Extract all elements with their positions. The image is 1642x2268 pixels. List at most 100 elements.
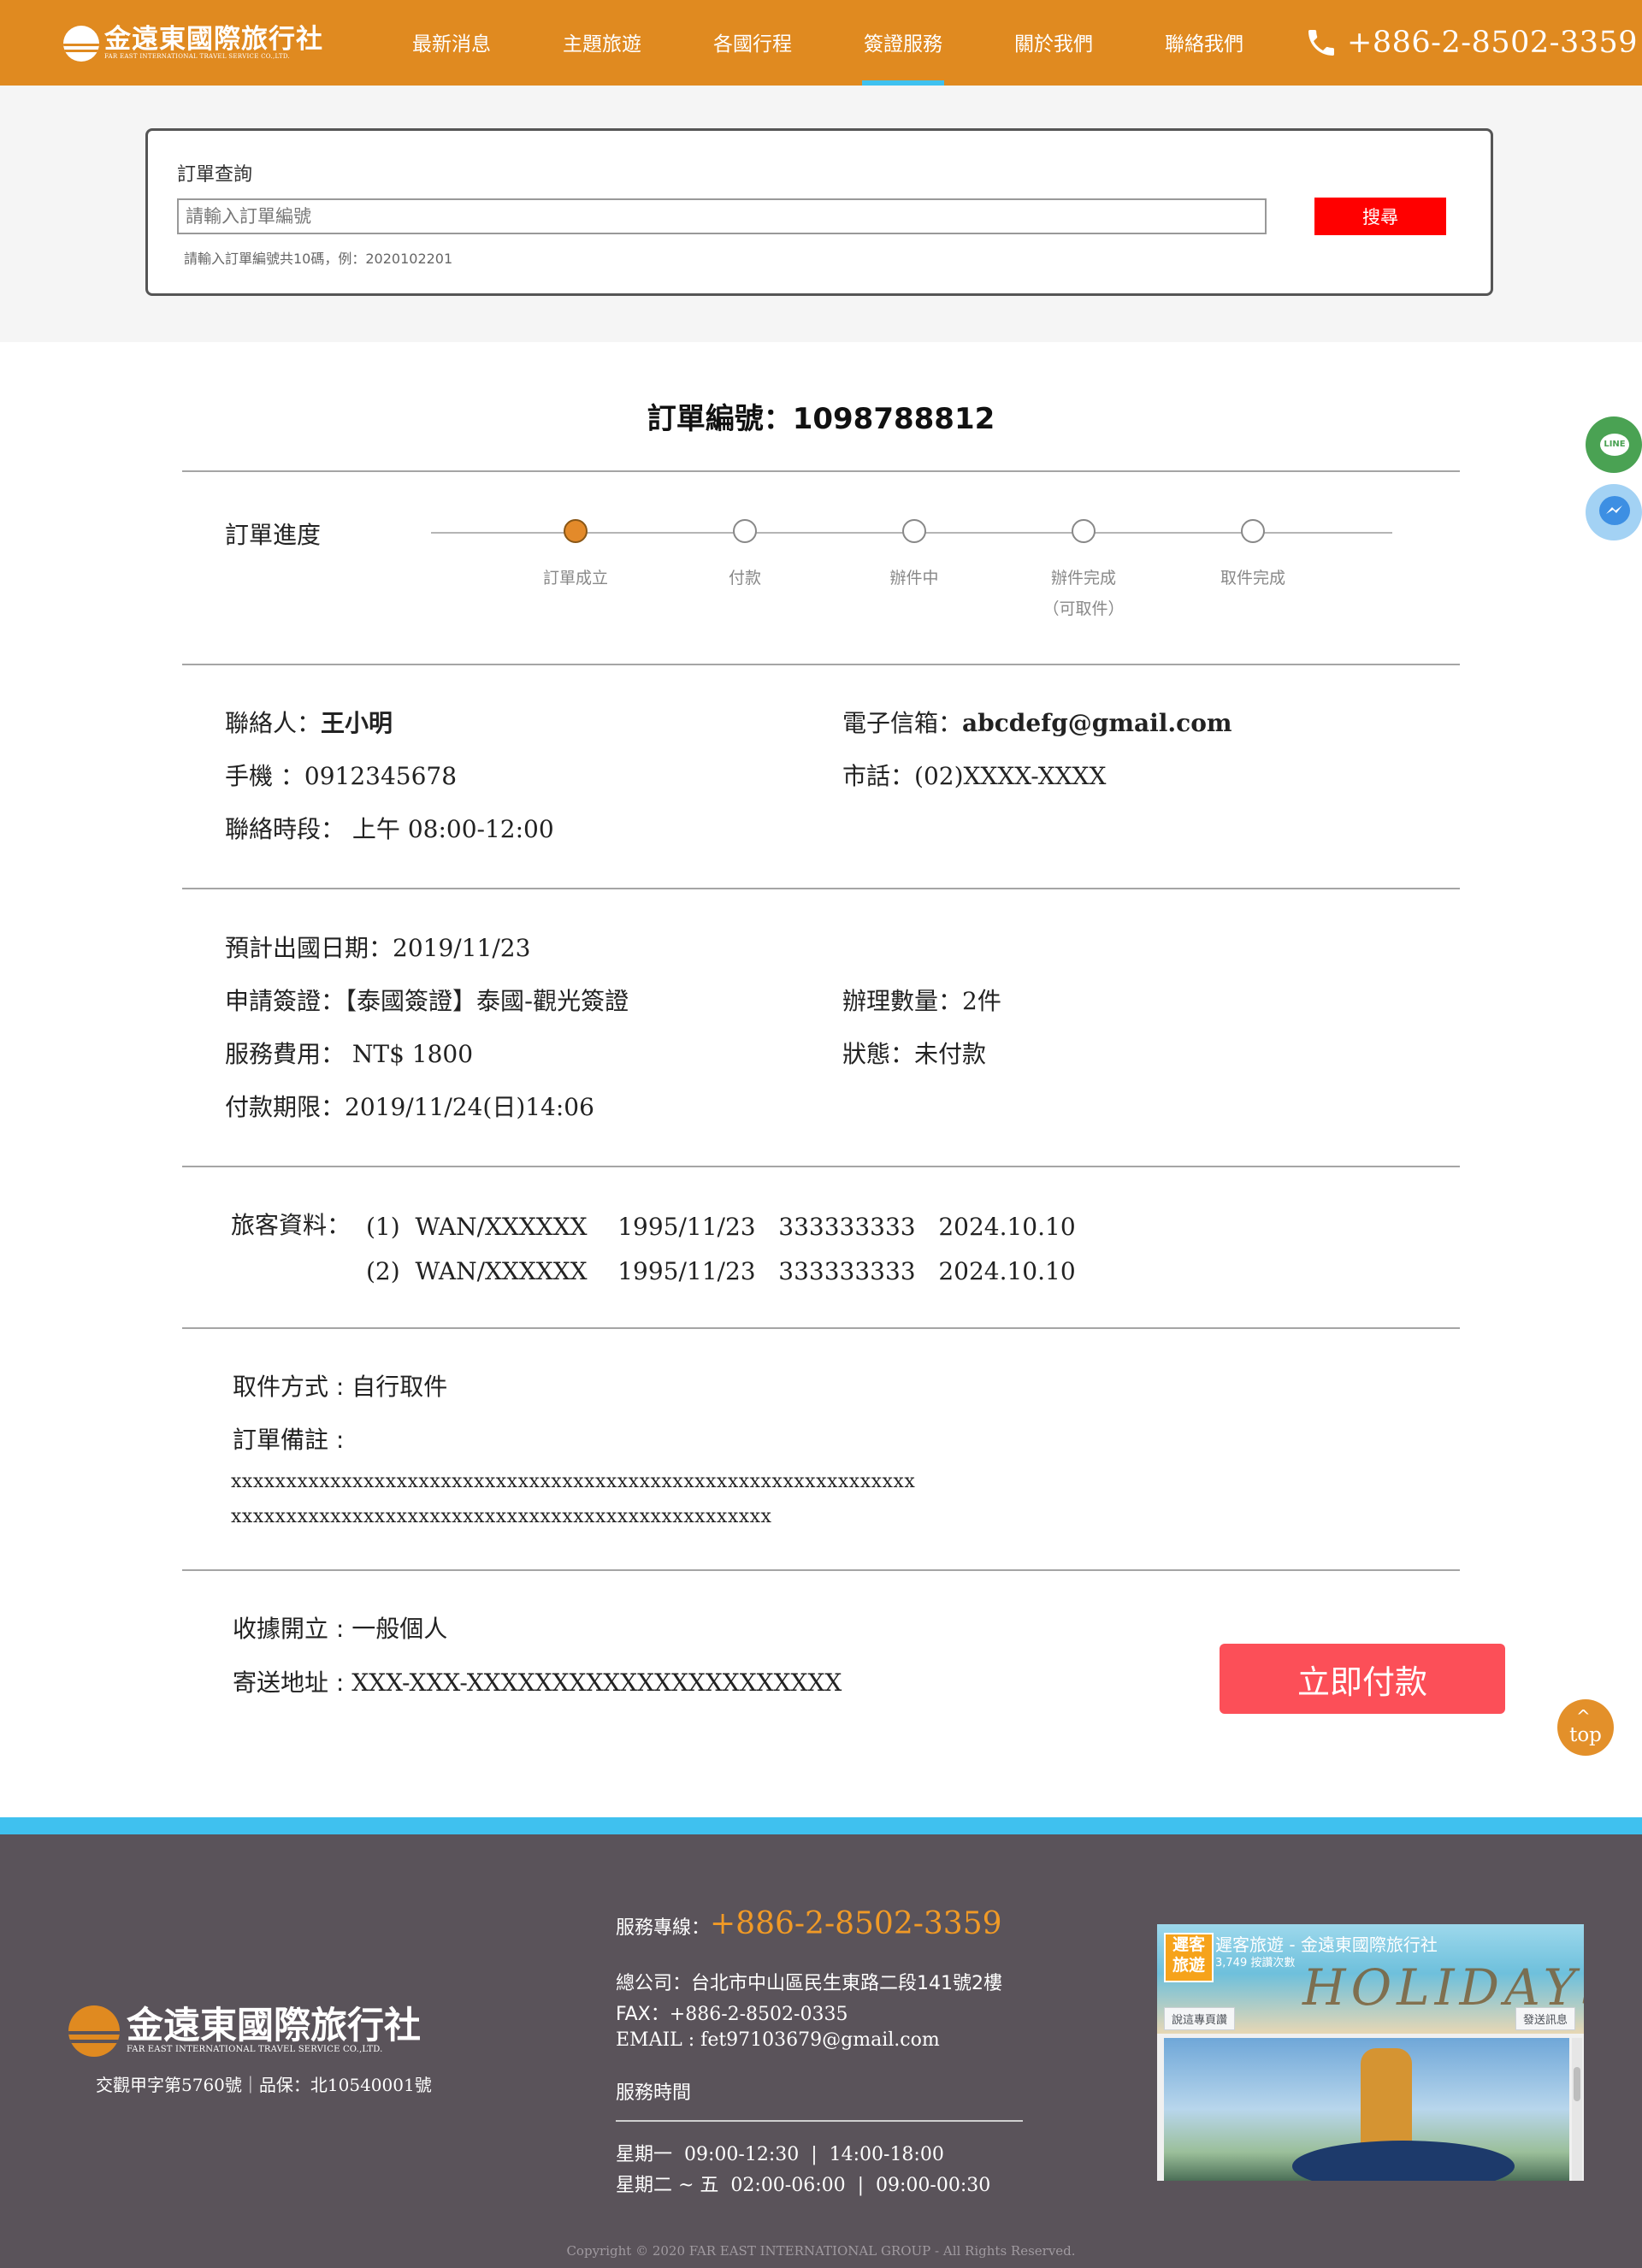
- visa-type: 申請簽證：【泰國簽證】泰國-觀光簽證: [225, 986, 629, 1017]
- travelers-label: 旅客資料：: [231, 1211, 351, 1239]
- footer-logo-sun-icon: [68, 2005, 120, 2057]
- fb-photo-boat: [1292, 2141, 1515, 2181]
- pickup-method-value: 自行取件: [351, 1373, 448, 1401]
- nav-item-about[interactable]: 關於我們: [978, 0, 1129, 86]
- order-status-value: 未付款: [914, 1040, 987, 1068]
- fb-like-button[interactable]: 說這專頁讚: [1164, 2007, 1236, 2030]
- contact-email-value: abcdefg@gmail.com: [962, 709, 1232, 737]
- site-logo[interactable]: 金遠東國際旅行社 FAR EAST INTERNATIONAL TRAVEL S…: [63, 26, 323, 62]
- contact-time-label: 聯絡時段：: [225, 815, 346, 843]
- progress-step-created: 訂單成立: [490, 519, 661, 594]
- contact-email-label: 電子信箱：: [842, 709, 963, 737]
- pickup-method: 取件方式 : 自行取件: [233, 1372, 447, 1403]
- visa-quantity-label: 辦理數量：: [842, 987, 963, 1015]
- visa-type-label: 申請簽證：: [225, 987, 346, 1015]
- progress-step-picked-up: 取件完成: [1167, 519, 1338, 594]
- footer-fax-label: FAX：: [616, 2004, 670, 2025]
- progress-step-processing: 辦件中: [829, 519, 1000, 594]
- footer-hotline-number[interactable]: +886-2-8502-3359: [710, 1906, 1002, 1941]
- order-number-title: 訂單編號：1098788812: [647, 402, 995, 436]
- fb-scrollbar[interactable]: [1572, 2038, 1582, 2181]
- order-note-label: 訂單備註 :: [233, 1426, 345, 1454]
- footer-logo-title: 金遠東國際旅行社: [127, 2005, 421, 2047]
- order-note-line: xxxxxxxxxxxxxxxxxxxxxxxxxxxxxxxxxxxxxxxx…: [231, 1471, 916, 1492]
- step-dot-active: [564, 519, 588, 543]
- messenger-icon: [1599, 496, 1630, 525]
- contact-name-value: 王小明: [321, 709, 393, 737]
- footer-logo-subtitle: FAR EAST INTERNATIONAL TRAVEL SERVICE CO…: [127, 2045, 383, 2054]
- divider: [182, 470, 1460, 472]
- phone-icon: [1308, 30, 1334, 56]
- footer-hotline-label: 服務專線：: [616, 1917, 711, 1939]
- receipt-type-value: 一般個人: [351, 1615, 448, 1643]
- footer-accent-bar: [0, 1817, 1642, 1834]
- footer-hotline: 服務專線：+886-2-8502-3359: [616, 1906, 1002, 1941]
- step-dot: [1072, 519, 1096, 543]
- order-search-box: 訂單查詢 請輸入訂單編號共10碼，例：2020102201 搜尋: [145, 128, 1493, 296]
- footer-email: EMAIL : fet97103679@gmail.com: [616, 2029, 940, 2051]
- traveler-row: (1) WAN/XXXXXX 1995/11/23 333333333 2024…: [366, 1213, 1076, 1241]
- service-fee-label: 服務費用：: [225, 1040, 346, 1068]
- footer-address: 總公司：台北市中山區民生東路二段141號2樓: [616, 1968, 1002, 1995]
- fb-post-photo[interactable]: [1164, 2038, 1569, 2181]
- progress-step-ready: 辦件完成 （可取件）: [998, 519, 1169, 624]
- footer-fax-value: +886-2-8502-0335: [669, 2004, 848, 2025]
- footer-divider: [616, 2120, 1023, 2122]
- payment-deadline-label: 付款期限：: [225, 1093, 346, 1121]
- order-status: 狀態：未付款: [842, 1039, 986, 1070]
- divider: [182, 888, 1460, 889]
- step-label-main: 辦件完成: [1050, 569, 1116, 588]
- footer-hours-line: 星期一 09:00-12:30 | 14:00-18:00: [616, 2144, 944, 2165]
- contact-mobile: 手機 ：0912345678: [225, 761, 457, 792]
- back-to-top-button[interactable]: ^ top: [1557, 1699, 1614, 1756]
- fb-page-name[interactable]: 遲客旅遊 - 金遠東國際旅行社: [1215, 1931, 1438, 1956]
- shipping-address-value: XXX-XXX-XXXXXXXXXXXXXXXXXXXXXX: [351, 1669, 842, 1697]
- fb-page-avatar[interactable]: 遲客旅遊: [1164, 1933, 1214, 1982]
- nav-item-theme-tours[interactable]: 主題旅遊: [527, 0, 677, 86]
- payment-deadline: 付款期限：2019/11/24(日)14:06: [225, 1092, 594, 1123]
- nav-item-news[interactable]: 最新消息: [376, 0, 527, 86]
- step-label: 辦件中: [889, 569, 939, 588]
- contact-mobile-label: 手機 ：: [225, 762, 304, 790]
- shipping-address: 寄送地址 : XXX-XXX-XXXXXXXXXXXXXXXXXXXXXX: [233, 1668, 842, 1698]
- facebook-page-widget[interactable]: HOLIDAYS 遲客旅遊 遲客旅遊 - 金遠東國際旅行社 3,749 按讚次數…: [1157, 1924, 1584, 2181]
- departure-date-value: 2019/11/23: [393, 934, 531, 962]
- divider: [182, 664, 1460, 665]
- nav-item-itineraries[interactable]: 各國行程: [677, 0, 828, 86]
- footer-logo[interactable]: 金遠東國際旅行社 FAR EAST INTERNATIONAL TRAVEL S…: [68, 2005, 421, 2057]
- fb-message-button[interactable]: 發送訊息: [1515, 2007, 1575, 2030]
- step-label: 取件完成: [1220, 569, 1285, 588]
- divider: [182, 1327, 1460, 1329]
- contact-time: 聯絡時段： 上午 08:00-12:00: [225, 814, 554, 845]
- nav-item-visa-service[interactable]: 簽證服務: [828, 0, 978, 86]
- visa-quantity-value: 2件: [962, 987, 1001, 1015]
- line-chat-button[interactable]: LINE: [1586, 416, 1642, 473]
- nav-item-contact[interactable]: 聯絡我們: [1129, 0, 1279, 86]
- site-header: 金遠東國際旅行社 FAR EAST INTERNATIONAL TRAVEL S…: [0, 0, 1642, 86]
- chevron-up-icon: ^: [1576, 1706, 1591, 1727]
- footer-email-value[interactable]: fet97103679@gmail.com: [700, 2029, 940, 2051]
- fb-like-count: 3,749 按讚次數: [1215, 1957, 1296, 1970]
- header-phone[interactable]: +886-2-8502-3359: [1304, 26, 1638, 60]
- search-hint: 請輸入訂單編號共10碼，例：2020102201: [184, 251, 453, 267]
- order-search-section: 訂單查詢 請輸入訂單編號共10碼，例：2020102201 搜尋: [0, 86, 1642, 342]
- service-fee: 服務費用： NT$ 1800: [225, 1039, 473, 1070]
- pay-now-button[interactable]: 立即付款: [1220, 1644, 1505, 1714]
- main-nav: 最新消息 主題旅遊 各國行程 簽證服務 關於我們 聯絡我們: [376, 0, 1279, 86]
- order-number-input[interactable]: [177, 198, 1267, 234]
- order-status-label: 狀態：: [842, 1040, 915, 1068]
- contact-mobile-value: 0912345678: [304, 762, 458, 790]
- logo-sun-icon: [63, 26, 99, 62]
- step-dot: [733, 519, 757, 543]
- contact-name-label: 聯絡人：: [225, 709, 322, 737]
- messenger-chat-button[interactable]: [1586, 484, 1642, 540]
- footer-hours-line: 星期二 ~ 五 02:00-06:00 | 09:00-00:30: [616, 2175, 991, 2196]
- contact-phone-value: (02)XXXX-XXXX: [914, 762, 1107, 790]
- fb-scrollbar-thumb[interactable]: [1574, 2067, 1580, 2101]
- visa-quantity: 辦理數量：2件: [842, 986, 1001, 1017]
- step-label: 辦件完成 （可取件）: [998, 563, 1169, 624]
- step-label: 付款: [728, 569, 761, 588]
- search-label: 訂單查詢: [177, 164, 253, 186]
- progress-step-payment: 付款: [659, 519, 830, 594]
- search-button[interactable]: 搜尋: [1314, 198, 1446, 235]
